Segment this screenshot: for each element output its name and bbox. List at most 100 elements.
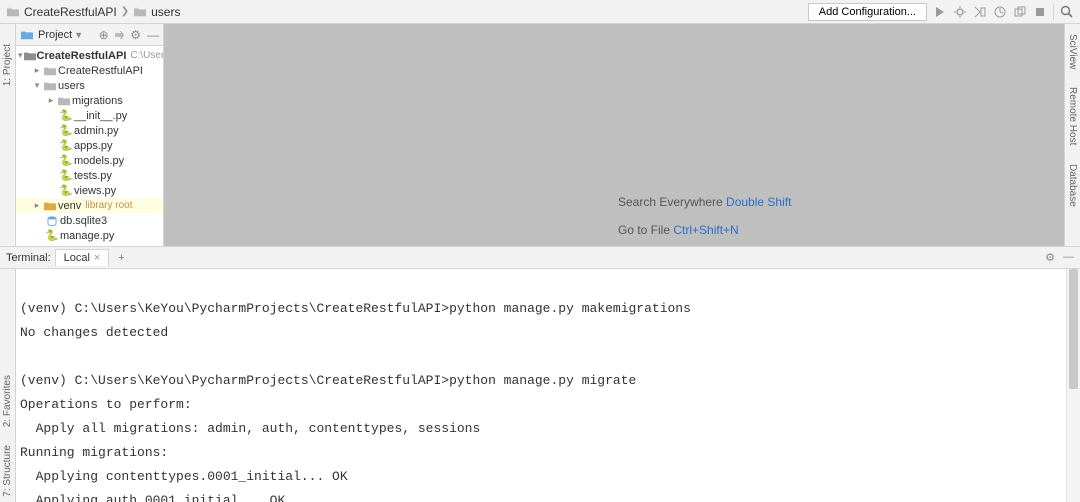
tree-label: migrations [72, 95, 123, 107]
scrollbar-thumb[interactable] [1069, 269, 1078, 389]
terminal-line: (venv) C:\Users\KeYou\PycharmProjects\Cr… [20, 301, 691, 316]
database-file-icon [44, 215, 60, 227]
project-tool-header: Project ▼ ⊕ ⥤ ⚙ — [16, 24, 163, 46]
project-tree[interactable]: ▾CreateRestfulAPIC:\Users\Ke ▸CreateRest… [16, 46, 163, 246]
search-icon[interactable] [1060, 5, 1074, 19]
terminal-output[interactable]: (venv) C:\Users\KeYou\PycharmProjects\Cr… [16, 269, 1066, 502]
run-icon[interactable] [933, 5, 947, 19]
tree-node-models[interactable]: 🐍models.py [16, 153, 163, 168]
python-file-icon: 🐍 [58, 109, 74, 122]
terminal-line: Applying auth.0001_initial... OK [20, 493, 285, 502]
tree-node-pkg[interactable]: ▸CreateRestfulAPI [16, 63, 163, 78]
stop-icon[interactable] [1033, 5, 1047, 19]
tree-node-db[interactable]: db.sqlite3 [16, 213, 163, 228]
tree-node-views[interactable]: 🐍views.py [16, 183, 163, 198]
python-file-icon: 🐍 [58, 169, 74, 182]
tree-node-tests[interactable]: 🐍tests.py [16, 168, 163, 183]
tree-label: External Libraries [44, 245, 130, 247]
gear-icon[interactable]: ⚙ [1045, 251, 1055, 264]
hint-search-label: Search Everywhere [618, 195, 726, 209]
collapse-all-icon[interactable]: ⥤ [115, 27, 125, 42]
tree-label: models.py [74, 155, 124, 167]
tree-hint: library root [85, 200, 132, 211]
attach-icon[interactable] [1013, 5, 1027, 19]
tree-label: __init__.py [74, 110, 127, 122]
tree-label: CreateRestfulAPI [37, 50, 127, 62]
tree-label: views.py [74, 185, 116, 197]
python-file-icon: 🐍 [58, 124, 74, 137]
dropdown-icon[interactable]: ▼ [74, 30, 83, 40]
hide-icon[interactable]: — [1063, 251, 1074, 264]
tree-label: apps.py [74, 140, 113, 152]
folder-icon [20, 29, 34, 41]
terminal-line: Operations to perform: [20, 397, 192, 412]
tree-node-admin[interactable]: 🐍admin.py [16, 123, 163, 138]
breadcrumb-users[interactable]: users [151, 5, 180, 19]
sidebar-tab-database[interactable]: Database [1067, 164, 1078, 207]
hide-icon[interactable]: — [147, 28, 159, 42]
tree-label: tests.py [74, 170, 112, 182]
terminal-line: No changes detected [20, 325, 168, 340]
sidebar-tab-project[interactable]: 1: Project [2, 44, 13, 86]
sidebar-tab-structure[interactable]: 7: Structure [2, 445, 13, 497]
hint-search-shortcut: Double Shift [726, 195, 791, 209]
terminal-tabs: Terminal: Local × + ⚙ — [0, 247, 1080, 269]
tool-title: Project [38, 29, 72, 41]
tree-node-apps[interactable]: 🐍apps.py [16, 138, 163, 153]
tree-label: admin.py [74, 125, 119, 137]
gear-icon[interactable]: ⚙ [130, 28, 141, 42]
python-file-icon: 🐍 [58, 154, 74, 167]
terminal-line: (venv) C:\Users\KeYou\PycharmProjects\Cr… [20, 373, 636, 388]
sidebar-tab-favorites[interactable]: 2: Favorites [2, 375, 13, 427]
tree-label: db.sqlite3 [60, 215, 107, 227]
tree-node-init[interactable]: 🐍__init__.py [16, 108, 163, 123]
debug-icon[interactable] [953, 5, 967, 19]
tree-node-external[interactable]: ▸External Libraries [16, 243, 163, 246]
breadcrumb: CreateRestfulAPI ❯ users [6, 5, 808, 19]
scroll-from-source-icon[interactable]: ⊕ [99, 28, 109, 42]
new-terminal-button[interactable]: + [113, 252, 129, 264]
tree-node-venv[interactable]: ▸venvlibrary root [16, 198, 163, 213]
profile-icon[interactable] [993, 5, 1007, 19]
close-icon[interactable]: × [94, 252, 100, 264]
tree-label: CreateRestfulAPI [58, 65, 143, 77]
tree-label: venv [58, 200, 81, 212]
terminal-tab-local[interactable]: Local × [55, 249, 110, 266]
tree-label: users [58, 80, 85, 92]
terminal-line: Apply all migrations: admin, auth, conte… [20, 421, 480, 436]
tree-label: manage.py [60, 230, 114, 242]
breadcrumb-root[interactable]: CreateRestfulAPI [24, 5, 117, 19]
editor-hints: Search Everywhere Double Shift Go to Fil… [618, 190, 791, 242]
python-file-icon: 🐍 [44, 229, 60, 242]
terminal-line: Running migrations: [20, 445, 168, 460]
terminal-line: Applying contenttypes.0001_initial... OK [20, 469, 348, 484]
hint-goto-label: Go to File [618, 223, 673, 237]
terminal-scrollbar[interactable] [1066, 269, 1080, 502]
tab-label: Local [64, 252, 90, 264]
library-icon [28, 245, 44, 247]
python-file-icon: 🐍 [58, 184, 74, 197]
right-tool-gutter: SciView Remote Host Database [1064, 24, 1080, 246]
tree-node-manage[interactable]: 🐍manage.py [16, 228, 163, 243]
python-file-icon: 🐍 [58, 139, 74, 152]
folder-icon [6, 6, 20, 18]
tree-node-migrations[interactable]: ▸migrations [16, 93, 163, 108]
run-with-coverage-icon[interactable] [973, 5, 987, 19]
run-toolbar [933, 4, 1074, 20]
sidebar-tab-remote-host[interactable]: Remote Host [1067, 87, 1078, 145]
tree-node-users[interactable]: ▾users [16, 78, 163, 93]
bottom-tool-window: Terminal: Local × + ⚙ — 2: Favorites 7: … [0, 246, 1080, 502]
hint-goto-shortcut: Ctrl+Shift+N [673, 223, 738, 237]
left-tool-gutter-bottom: 2: Favorites 7: Structure [0, 269, 16, 502]
terminal-title: Terminal: [6, 252, 51, 264]
folder-icon [133, 6, 147, 18]
tree-path-hint: C:\Users\Ke [130, 50, 163, 61]
left-tool-gutter: 1: Project [0, 24, 16, 246]
navigation-bar: CreateRestfulAPI ❯ users Add Configurati… [0, 0, 1080, 24]
separator [1053, 4, 1054, 20]
add-configuration-button[interactable]: Add Configuration... [808, 3, 927, 21]
tree-node-root[interactable]: ▾CreateRestfulAPIC:\Users\Ke [16, 48, 163, 63]
project-tool-window: Project ▼ ⊕ ⥤ ⚙ — ▾CreateRestfulAPIC:\Us… [16, 24, 164, 246]
sidebar-tab-sciview[interactable]: SciView [1067, 34, 1078, 69]
editor-placeholder: Search Everywhere Double Shift Go to Fil… [164, 24, 1064, 246]
